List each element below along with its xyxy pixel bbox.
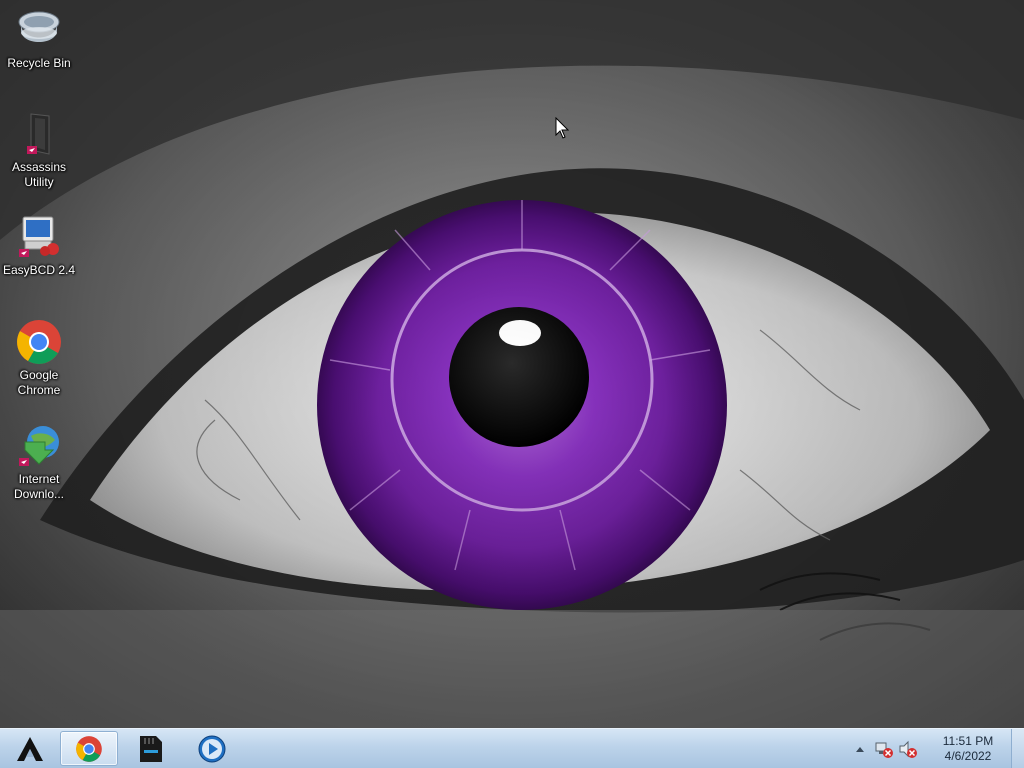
chrome-icon xyxy=(17,320,61,364)
recycle-bin-label: Recycle Bin xyxy=(7,56,71,70)
desktop[interactable]: Recycle Bin Assassins Utility EasyBCD 2.… xyxy=(0,0,1024,768)
start-logo-icon xyxy=(17,736,43,761)
show-hidden-icons-button[interactable] xyxy=(853,742,867,756)
mouse-cursor xyxy=(555,117,569,139)
start-button[interactable] xyxy=(6,731,54,766)
internet-download-manager-label: Internet Downlo... xyxy=(13,472,65,501)
volume-tray-button[interactable] xyxy=(899,740,917,758)
chevron-up-icon xyxy=(856,746,864,752)
assassins-utility-label: Assassins Utility xyxy=(11,160,67,189)
chrome-icon xyxy=(76,735,102,762)
desktop-icon-assassins-utility[interactable]: Assassins Utility xyxy=(0,110,78,190)
internet-download-manager-icon xyxy=(19,426,59,466)
network-tray-button[interactable] xyxy=(875,740,893,758)
sd-card-icon xyxy=(140,735,162,762)
wallpaper-eye-image xyxy=(0,0,1024,728)
taskbar-sd-card-button[interactable] xyxy=(124,731,176,766)
taskbar: 11:51 PM 4/6/2022 xyxy=(0,728,1024,768)
assassins-utility-icon xyxy=(27,113,50,155)
taskbar-media-player-button[interactable] xyxy=(186,731,238,766)
desktop-icon-internet-download-manager[interactable]: Internet Downlo... xyxy=(0,422,78,502)
desktop-icon-recycle-bin[interactable]: Recycle Bin xyxy=(0,6,78,71)
clock-date: 4/6/2022 xyxy=(944,748,992,763)
clock-time: 11:51 PM xyxy=(942,733,994,748)
recycle-bin-icon xyxy=(18,11,60,42)
system-tray: 11:51 PM 4/6/2022 xyxy=(853,729,1024,768)
easybcd-icon xyxy=(19,216,59,257)
desktop-icon-easybcd[interactable]: EasyBCD 2.4 xyxy=(0,213,78,278)
easybcd-label: EasyBCD 2.4 xyxy=(2,263,76,277)
google-chrome-label: Google Chrome xyxy=(17,368,61,397)
volume-muted-icon xyxy=(899,740,917,758)
network-error-icon xyxy=(875,742,893,758)
taskbar-clock[interactable]: 11:51 PM 4/6/2022 xyxy=(931,734,1005,764)
show-desktop-button[interactable] xyxy=(1011,729,1024,768)
desktop-icon-google-chrome[interactable]: Google Chrome xyxy=(0,318,78,398)
media-play-icon xyxy=(198,735,226,762)
taskbar-chrome-button[interactable] xyxy=(60,731,118,766)
